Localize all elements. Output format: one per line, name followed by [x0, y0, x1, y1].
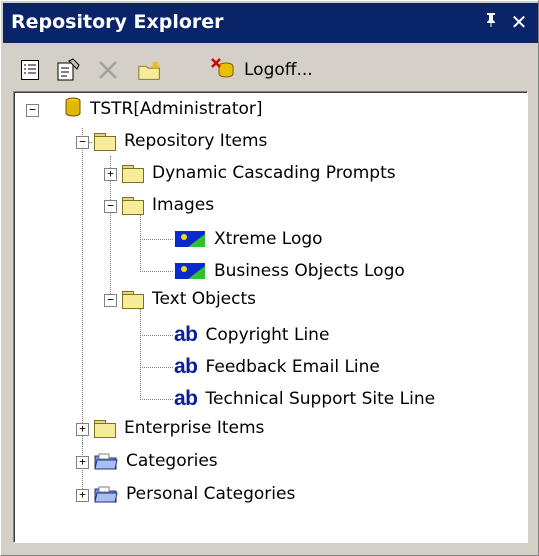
- tree-line: [140, 367, 173, 368]
- tree-node-label: Copyright Line: [205, 325, 330, 345]
- category-folder-icon: [94, 452, 118, 470]
- tree-node-repository-items[interactable]: Repository Items: [94, 128, 267, 154]
- folder-icon: [122, 164, 144, 183]
- tree-line: [82, 128, 83, 443]
- tree-node-root[interactable]: TSTR[Administrator]: [64, 96, 263, 122]
- tree-node-label: Images: [152, 195, 215, 215]
- tree-line: [140, 308, 141, 400]
- repository-database-icon: [64, 97, 82, 122]
- collapse-toggle[interactable]: −: [76, 136, 89, 149]
- tree-line: [140, 335, 173, 336]
- window-title: Repository Explorer: [11, 11, 224, 33]
- tree-node-images[interactable]: Images: [122, 192, 214, 218]
- expand-toggle[interactable]: +: [76, 423, 89, 436]
- logoff-icon: [210, 56, 238, 84]
- toolbar: Logoff...: [3, 51, 538, 89]
- tree-node-label: Enterprise Items: [124, 418, 265, 438]
- pin-icon[interactable]: [482, 12, 500, 32]
- close-icon[interactable]: ✕: [508, 10, 530, 34]
- tree-line: [140, 212, 141, 272]
- folder-icon: [122, 290, 144, 309]
- tree-node-technical-support-site-line[interactable]: ab Technical Support Site Line: [174, 386, 435, 412]
- tree-node-feedback-email-line[interactable]: ab Feedback Email Line: [174, 354, 380, 380]
- image-icon: [174, 262, 206, 280]
- tree-line: [140, 399, 173, 400]
- collapse-toggle[interactable]: −: [104, 200, 117, 213]
- new-folder-icon[interactable]: [137, 57, 163, 83]
- logoff-label: Logoff...: [244, 60, 313, 80]
- expand-toggle[interactable]: +: [76, 489, 89, 502]
- tree-node-label: Technical Support Site Line: [205, 389, 436, 409]
- edit-properties-icon[interactable]: [55, 57, 81, 83]
- tree-node-xtreme-logo[interactable]: Xtreme Logo: [174, 226, 323, 252]
- repository-tree[interactable]: − TSTR[Administrator] − Repository Items…: [13, 91, 528, 543]
- tree-node-categories[interactable]: Categories: [94, 448, 218, 474]
- repository-explorer-window: Repository Explorer ✕ Logoff... − TSTR[A…: [0, 0, 539, 556]
- tree-node-dynamic-cascading-prompts[interactable]: Dynamic Cascading Prompts: [122, 160, 396, 186]
- collapse-toggle[interactable]: −: [104, 294, 117, 307]
- folder-icon: [94, 419, 116, 438]
- expand-toggle[interactable]: +: [76, 456, 89, 469]
- collapse-toggle[interactable]: −: [26, 104, 39, 117]
- tree-node-label: Text Objects: [152, 289, 257, 309]
- tree-node-copyright-line[interactable]: ab Copyright Line: [174, 322, 329, 348]
- folder-icon: [122, 196, 144, 215]
- tree-node-label: Xtreme Logo: [214, 229, 323, 249]
- text-object-icon: ab: [174, 387, 198, 410]
- delete-x-icon[interactable]: [95, 57, 121, 83]
- tree-node-label: Business Objects Logo: [214, 261, 405, 281]
- tree-node-label: Dynamic Cascading Prompts: [152, 163, 396, 183]
- logoff-button[interactable]: Logoff...: [210, 57, 313, 83]
- image-icon: [174, 230, 206, 248]
- tree-node-label: TSTR[Administrator]: [90, 99, 263, 119]
- tree-line: [140, 239, 173, 240]
- tree-node-label: Feedback Email Line: [205, 357, 380, 377]
- tree-node-label: Personal Categories: [126, 484, 296, 504]
- text-object-icon: ab: [174, 355, 198, 378]
- title-bar[interactable]: Repository Explorer ✕: [3, 3, 538, 43]
- tree-node-personal-categories[interactable]: Personal Categories: [94, 481, 295, 507]
- tree-node-label: Categories: [126, 451, 218, 471]
- tree-node-enterprise-items[interactable]: Enterprise Items: [94, 415, 264, 441]
- tree-node-business-objects-logo[interactable]: Business Objects Logo: [174, 258, 405, 284]
- folder-icon: [94, 132, 116, 151]
- tree-node-label: Repository Items: [124, 131, 268, 151]
- text-object-icon: ab: [174, 323, 198, 346]
- tree-line: [140, 271, 173, 272]
- tree-node-text-objects[interactable]: Text Objects: [122, 286, 256, 312]
- category-folder-icon: [94, 485, 118, 503]
- expand-toggle[interactable]: +: [104, 168, 117, 181]
- properties-list-icon[interactable]: [17, 57, 43, 83]
